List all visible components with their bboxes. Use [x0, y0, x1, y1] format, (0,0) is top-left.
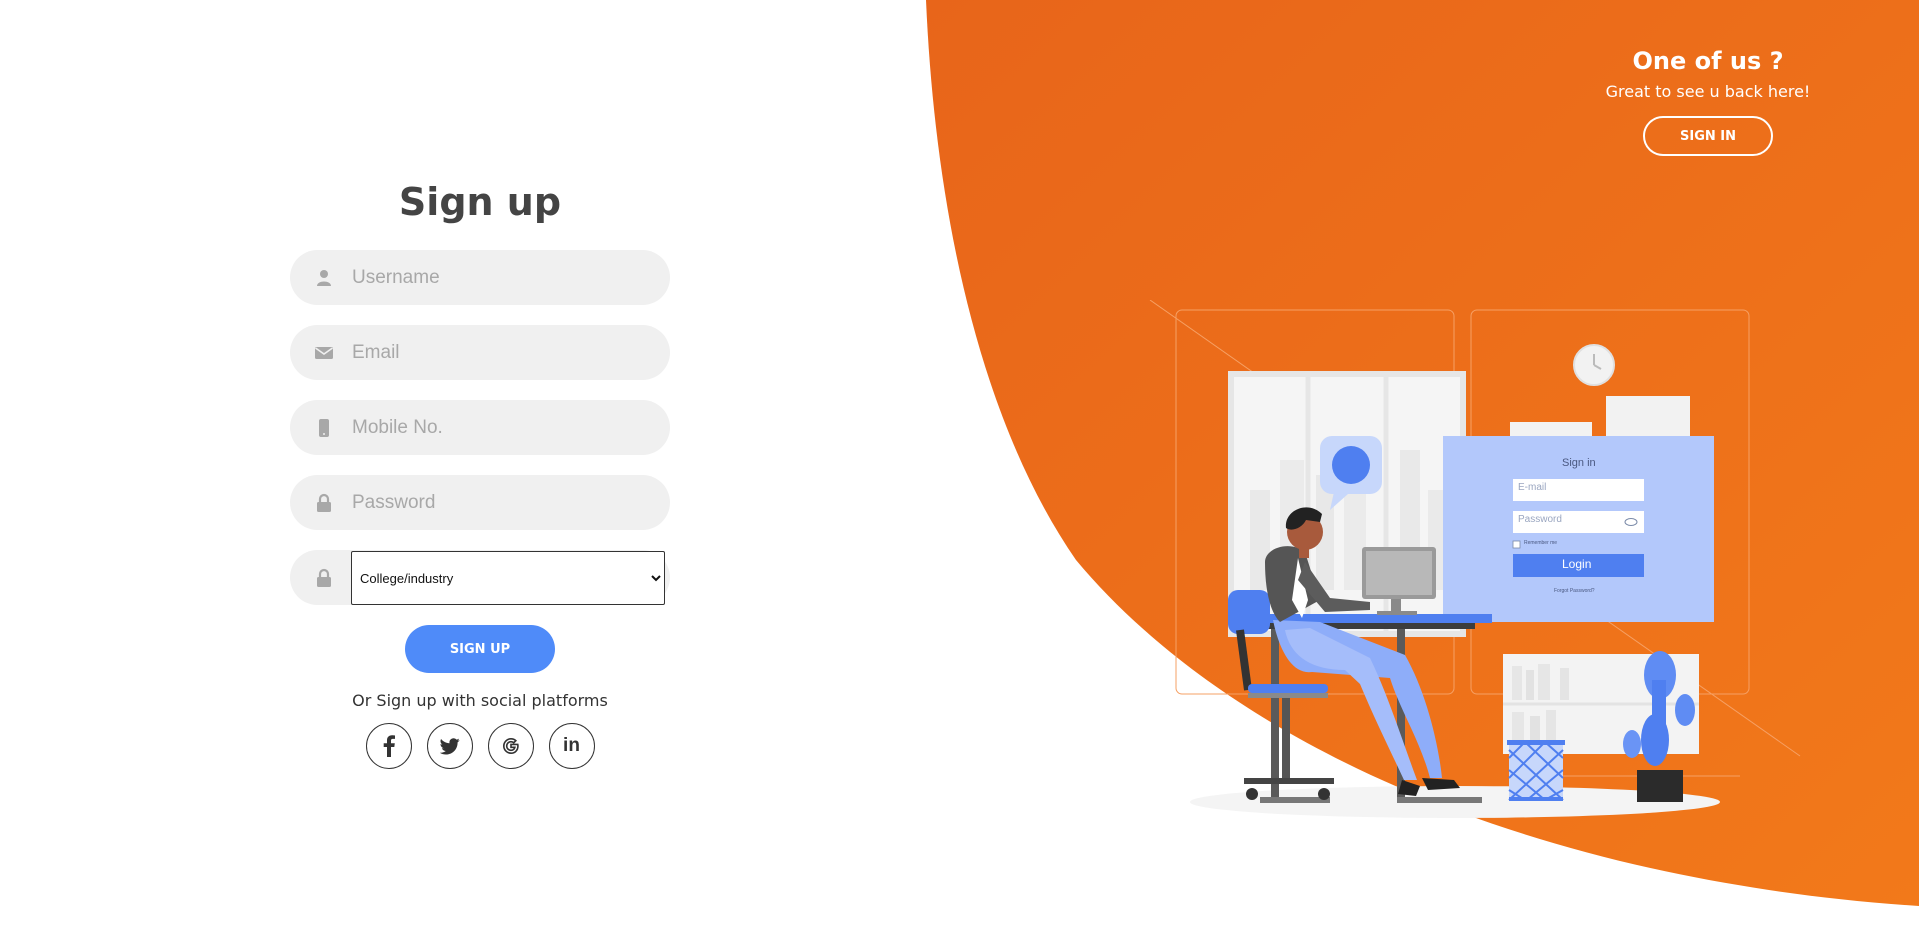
social-buttons: in [290, 723, 670, 769]
password-input[interactable] [352, 475, 652, 530]
facebook-button[interactable] [365, 723, 412, 769]
illustration-screen-title: Sign in [1562, 457, 1596, 469]
signup-form: Sign up College/industry SIGN UP Or Si [290, 175, 670, 769]
linkedin-icon: in [563, 735, 580, 756]
linkedin-button[interactable]: in [548, 723, 595, 769]
office-illustration [1120, 300, 1820, 830]
twitter-button[interactable] [426, 723, 473, 769]
panel-title: One of us ? [1632, 47, 1784, 75]
facebook-icon [383, 735, 395, 757]
social-signup-text: Or Sign up with social platforms [352, 691, 608, 710]
user-icon [314, 268, 334, 288]
google-icon [502, 737, 519, 755]
lock-icon [314, 568, 334, 588]
illustration-email-placeholder: E-mail [1518, 482, 1547, 493]
username-field[interactable] [290, 250, 670, 305]
mobile-phone-icon [314, 418, 334, 438]
signin-button[interactable]: SIGN IN [1643, 116, 1773, 156]
envelope-icon [314, 343, 334, 363]
twitter-icon [439, 737, 460, 754]
email-input[interactable] [352, 325, 652, 380]
mobile-field[interactable] [290, 400, 670, 455]
signup-title: Sign up [398, 180, 562, 224]
category-field[interactable]: College/industry [290, 550, 670, 605]
illustration-forgot-label: Forgot Password? [1554, 588, 1595, 594]
email-field[interactable] [290, 325, 670, 380]
password-field[interactable] [290, 475, 670, 530]
category-select[interactable]: College/industry [351, 551, 665, 605]
illustration-remember-label: Remember me [1524, 540, 1558, 546]
illustration-password-placeholder: Password [1518, 514, 1562, 525]
panel-subtitle: Great to see u back here! [1605, 82, 1811, 101]
username-input[interactable] [352, 250, 652, 305]
signin-panel: One of us ? Great to see u back here! SI… [1578, 44, 1838, 156]
illustration-login-label: Login [1562, 557, 1592, 571]
signup-button[interactable]: SIGN UP [405, 625, 555, 673]
mobile-input[interactable] [352, 400, 652, 455]
lock-icon [314, 493, 334, 513]
google-button[interactable] [487, 723, 534, 769]
